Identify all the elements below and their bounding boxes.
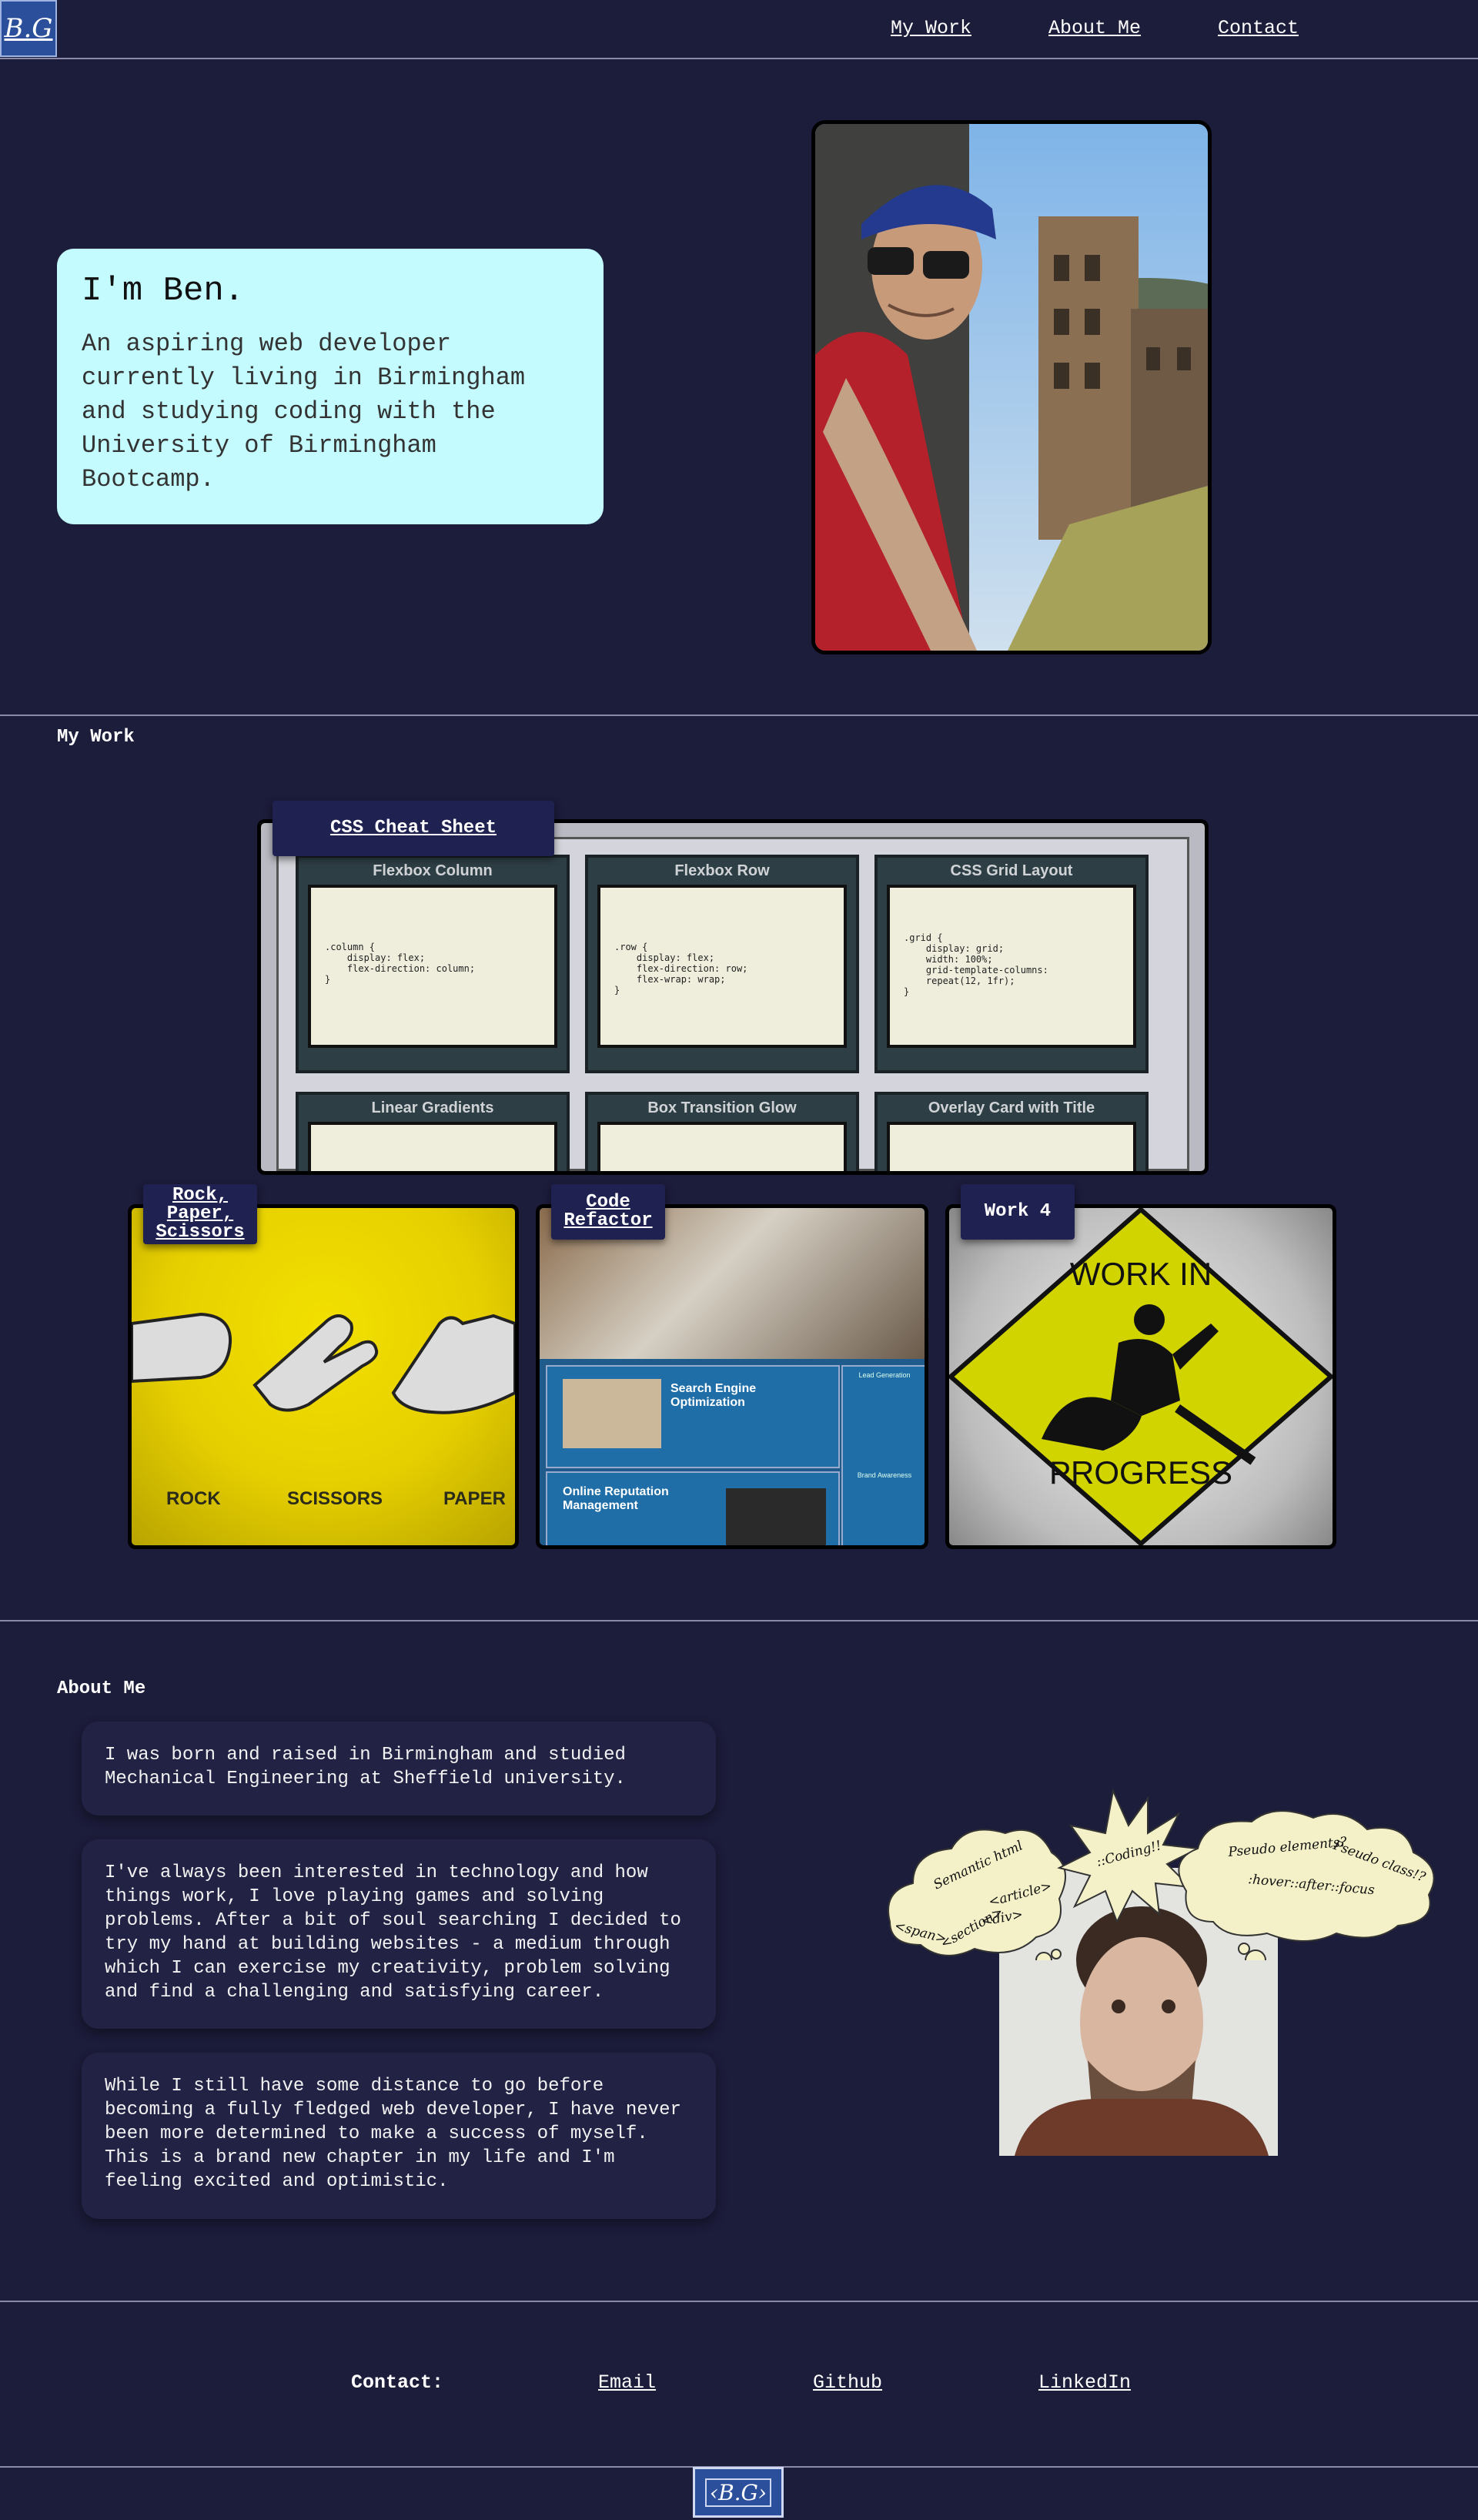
cheat-panel-title: Flexbox Row [674, 862, 770, 879]
cheat-panel-code: .grid { display: grid; width: 100%; grid… [887, 885, 1136, 1048]
header-divider [0, 58, 1478, 59]
hero-divider [0, 715, 1478, 716]
project-tag-css-cheat-sheet[interactable]: CSS Cheat Sheet [273, 801, 554, 856]
project-tag-work-4[interactable]: Work 4 [961, 1184, 1075, 1240]
footer-logo[interactable]: ‹B.G› [693, 2467, 784, 2518]
contact-github-link[interactable]: Github [813, 2371, 882, 2394]
logo[interactable]: B.G [0, 0, 57, 57]
work-title: My Work [57, 727, 135, 748]
contact-email-link[interactable]: Email [598, 2371, 656, 2394]
refactor-section-lead: Lead Generation [858, 1371, 911, 1379]
refactor-section-seo: Search Engine Optimization [670, 1382, 757, 1409]
thought-bubbles: Semantic html <article> <div> <span> <se… [888, 1788, 1435, 1960]
contact-linkedin-link[interactable]: LinkedIn [1038, 2371, 1131, 2394]
cheat-panel: CSS Grid Layout .grid { display: grid; w… [874, 855, 1149, 1073]
logo-text: B.G [4, 13, 53, 44]
cheat-panel: Flexbox Column .column { display: flex; … [296, 855, 570, 1073]
project-link[interactable]: CSS Cheat Sheet [330, 819, 497, 838]
portrait-photo [811, 120, 1212, 654]
work-divider [0, 1620, 1478, 1621]
cheat-panel: Overlay Card with Title [874, 1092, 1149, 1171]
footer-logo-text: ‹B.G› [704, 2478, 772, 2507]
cheat-panel-title: CSS Grid Layout [950, 862, 1073, 879]
wip-line-1: WORK IN [1070, 1256, 1212, 1292]
refactor-section-brand: Brand Awareness [857, 1471, 912, 1479]
rps-illustration: ROCK SCISSORS PAPER [132, 1312, 515, 1509]
intro-card: I'm Ben. An aspiring web developer curre… [57, 249, 604, 524]
footer-logo-label: B.G [718, 2479, 758, 2505]
about-title: About Me [57, 1678, 146, 1699]
project-card-css-cheat-sheet[interactable]: Flexbox Column .column { display: flex; … [257, 819, 1209, 1175]
about-divider [0, 2301, 1478, 2302]
cheat-panel: Box Transition Glow [585, 1092, 859, 1171]
project-label: Work 4 [984, 1201, 1052, 1222]
refactor-section-orm: Online Reputation Management [563, 1485, 669, 1512]
project-tag-code-refactor[interactable]: Code Refactor [551, 1184, 665, 1240]
thinking-illustration: Semantic html <article> <div> <span> <se… [882, 1775, 1436, 2156]
about-paragraph-2: I've always been interested in technolog… [82, 1839, 716, 2029]
about-paragraph-1: I was born and raised in Birmingham and … [82, 1722, 716, 1816]
cheat-panel-code: .row { display: flex; flex-direction: ro… [597, 885, 847, 1048]
portrait-illustration [815, 124, 1208, 651]
intro-title: I'm Ben. [82, 272, 245, 310]
project-link[interactable]: Code Refactor [551, 1193, 665, 1230]
cheat-panel-title: Overlay Card with Title [928, 1099, 1095, 1116]
cheat-panel-code: .column { display: flex; flex-direction:… [308, 885, 557, 1048]
cheat-panel: Flexbox Row .row { display: flex; flex-d… [585, 855, 859, 1073]
project-link[interactable]: Rock, Paper, Scissors [143, 1186, 257, 1242]
nav-contact[interactable]: Contact [1218, 17, 1299, 39]
nav-about-me[interactable]: About Me [1048, 17, 1141, 39]
wip-line-2: PROGRESS [1049, 1454, 1232, 1491]
rps-label-scissors: SCISSORS [287, 1488, 383, 1509]
project-card-rock-paper-scissors[interactable]: ROCK SCISSORS PAPER [128, 1204, 519, 1549]
work-in-progress-sign: WORK IN PROGRESS [949, 1208, 1333, 1545]
project-card-work-4[interactable]: WORK IN PROGRESS [945, 1204, 1336, 1549]
rps-label-rock: ROCK [166, 1488, 221, 1509]
cheat-panel-title: Box Transition Glow [647, 1099, 797, 1116]
nav-my-work[interactable]: My Work [891, 17, 971, 39]
cheat-panel-title: Linear Gradients [371, 1099, 494, 1116]
rps-label-paper: PAPER [443, 1488, 506, 1509]
cheat-panel: Linear Gradients [296, 1092, 570, 1171]
cheat-panel-title: Flexbox Column [373, 862, 493, 879]
intro-text: An aspiring web developer currently livi… [82, 330, 526, 494]
project-card-code-refactor[interactable]: Search Engine Optimization Online Reputa… [536, 1204, 928, 1549]
project-tag-rock-paper-scissors[interactable]: Rock, Paper, Scissors [143, 1184, 257, 1244]
contact-title: Contact: [351, 2371, 444, 2394]
about-paragraph-3: While I still have some distance to go b… [82, 2053, 716, 2219]
